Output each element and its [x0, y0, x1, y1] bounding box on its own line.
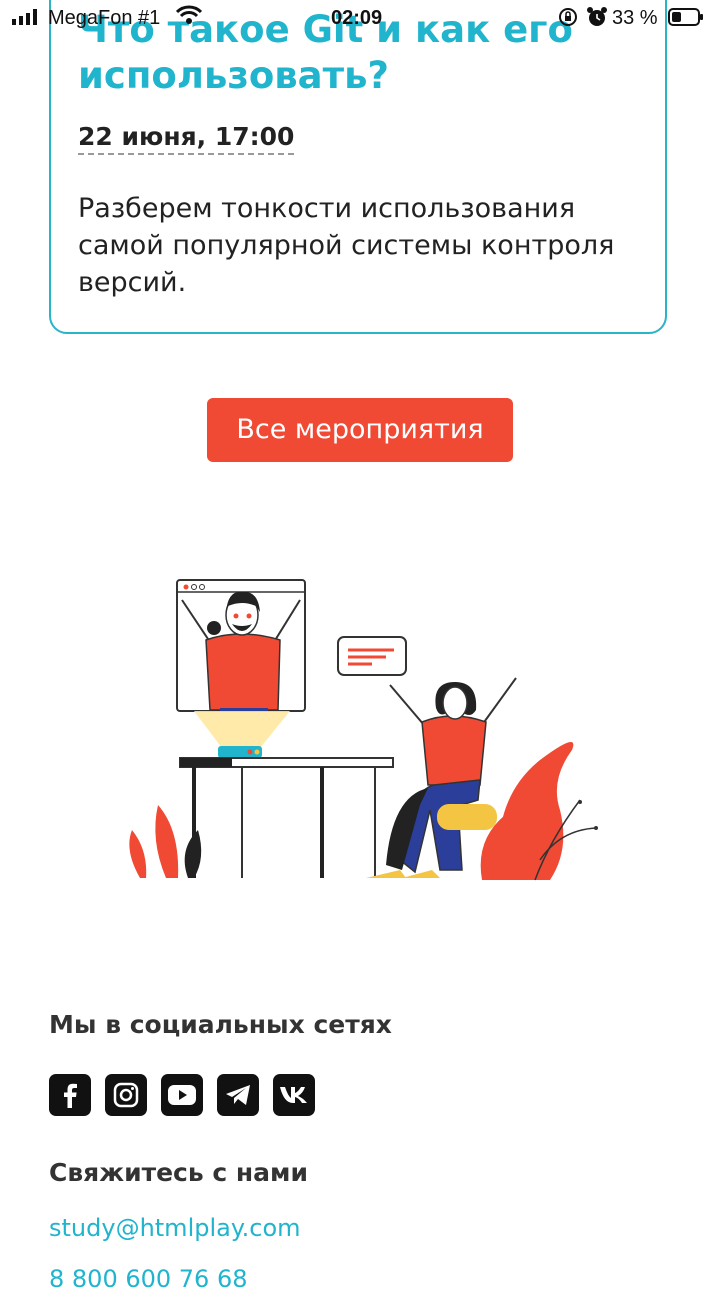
battery-icon — [668, 8, 703, 26]
instagram-icon — [113, 1082, 139, 1108]
battery-percent: 33 % — [612, 7, 658, 29]
event-date: 22 июня, 17:00 — [78, 122, 295, 155]
carrier-name: MegaFon #1 — [48, 7, 161, 29]
instagram-link[interactable] — [105, 1074, 147, 1116]
orientation-lock-icon — [559, 8, 577, 26]
email-link[interactable]: study@htmlplay.com — [49, 1214, 301, 1242]
facebook-icon — [64, 1083, 77, 1108]
social-heading: Мы в социальных сетях — [49, 1010, 392, 1039]
online-meeting-illustration — [129, 579, 598, 881]
social-links — [49, 1074, 315, 1116]
vk-link[interactable] — [273, 1074, 315, 1116]
event-card[interactable]: Что такое Git и как его использовать? 22… — [49, 0, 667, 334]
status-bar: MegaFon #1 02:09 33 % — [0, 0, 720, 36]
youtube-icon — [168, 1085, 196, 1105]
clock: 02:09 — [331, 7, 383, 29]
alarm-icon — [587, 7, 607, 26]
event-description: Разберем тонкости использования самой по… — [78, 193, 615, 298]
youtube-link[interactable] — [161, 1074, 203, 1116]
wifi-icon — [176, 5, 202, 24]
phone-link[interactable]: 8 800 600 76 68 — [49, 1265, 247, 1293]
signal-icon — [12, 9, 37, 25]
contact-heading: Свяжитесь с нами — [49, 1158, 309, 1187]
telegram-link[interactable] — [217, 1074, 259, 1116]
vk-icon — [280, 1087, 307, 1103]
telegram-icon — [226, 1085, 250, 1105]
all-events-button[interactable]: Все мероприятия — [207, 398, 513, 462]
facebook-link[interactable] — [49, 1074, 91, 1116]
